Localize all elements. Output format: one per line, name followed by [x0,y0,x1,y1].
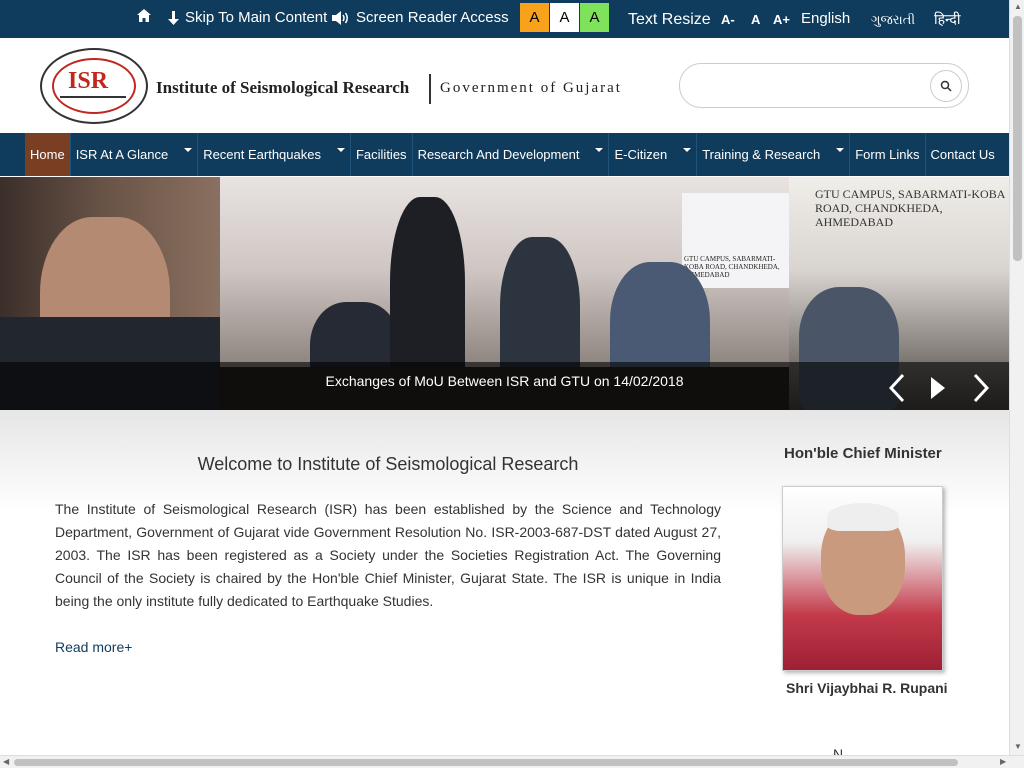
lang-gujarati-link[interactable]: ગુજરાતી [871,12,915,28]
text-resize-label: Text Resize [628,11,711,28]
chevron-right-icon [973,373,990,403]
screen-reader-link[interactable]: Screen Reader Access [332,9,509,26]
image-carousel: GTU CAMPUS, SABARMATI-KOBA ROAD, CHANDKH… [0,177,1009,410]
lang-english-link[interactable]: English [801,10,850,27]
vertical-scrollbar[interactable]: ▲ ▼ [1009,0,1024,755]
nav-item-research-and-development[interactable]: Research And Development [413,133,610,176]
contrast-white-button[interactable]: A [550,3,579,32]
home-icon[interactable] [136,8,152,23]
nav-item-label: E-Citizen [614,147,668,162]
nav-item-form-links[interactable]: Form Links [850,133,926,176]
contrast-orange-button[interactable]: A [520,3,549,32]
screen-reader-label: Screen Reader Access [356,9,509,26]
caret-down-icon[interactable] [336,147,345,152]
government-name: Government of Gujarat [440,80,622,96]
text-increase-button[interactable]: A+ [773,12,790,27]
caret-down-icon[interactable] [836,147,845,152]
horizontal-scrollbar[interactable]: ◀ ▶ [0,755,1024,768]
horizontal-scroll-thumb[interactable] [14,759,958,766]
chief-minister-heading: Hon'ble Chief Minister [784,445,942,462]
nav-item-label: Recent Earthquakes [203,147,321,162]
scroll-up-arrow-icon[interactable]: ▲ [1014,2,1022,11]
text-normal-button[interactable]: A [751,12,760,27]
contrast-green-button[interactable]: A [580,3,609,32]
scroll-down-arrow-icon[interactable]: ▼ [1014,742,1022,751]
nav-item-training-research[interactable]: Training & Research [697,133,851,176]
text-decrease-button[interactable]: A- [721,12,735,27]
scroll-left-arrow-icon[interactable]: ◀ [3,757,9,766]
carousel-play-button[interactable] [929,373,947,408]
caret-down-icon[interactable] [595,147,604,152]
cm-hair [827,503,899,531]
lang-hindi-link[interactable]: हिन्दी [934,10,960,29]
vertical-scroll-thumb[interactable] [1013,16,1022,261]
institute-name: Institute of Seismological Research [156,78,410,97]
skip-to-main-link[interactable]: Skip To Main Content [168,9,327,26]
isr-logo[interactable]: ISR [40,48,148,124]
carousel-caption: Exchanges of MoU Between ISR and GTU on … [325,373,684,389]
chevron-left-icon [888,373,905,403]
caret-down-icon[interactable] [683,147,692,152]
nav-item-label: Facilities [355,147,407,162]
intro-paragraph: The Institute of Seismological Research … [55,501,721,609]
search-icon [940,80,952,92]
nav-item-label: Research And Development [417,147,580,162]
nav-item-recent-earthquakes[interactable]: Recent Earthquakes [198,133,351,176]
caret-down-icon[interactable] [184,147,193,152]
nav-item-facilities[interactable]: Facilities [351,133,413,176]
chief-minister-photo [782,486,943,671]
nav-item-isr-at-a-glance[interactable]: ISR At A Glance [71,133,199,176]
skip-to-main-label: Skip To Main Content [185,9,328,26]
nav-item-label: Training & Research [702,147,821,162]
top-utility-bar: Skip To Main Content Screen Reader Acces… [0,0,1009,38]
read-more-link[interactable]: Read more+ [55,639,132,655]
nav-item-label: Contact Us [930,147,995,162]
site-header: ISR Institute of Seismological Research … [0,38,1009,133]
play-icon [931,377,945,399]
nav-item-label: Form Links [855,147,920,162]
seismograph-wave-icon [60,96,126,104]
carousel-next-button[interactable] [971,373,991,408]
nav-item-e-citizen[interactable]: E-Citizen [609,133,698,176]
chief-minister-name: Shri Vijaybhai R. Rupani [786,680,948,696]
nav-item-label: Home [30,147,65,162]
main-content: Welcome to Institute of Seismological Re… [0,410,1009,762]
logo-text: ISR [68,68,109,94]
carousel-prev-button[interactable] [887,373,907,408]
arrow-down-icon [168,10,179,25]
welcome-heading: Welcome to Institute of Seismological Re… [197,454,579,474]
search-input[interactable] [679,63,969,108]
search-button[interactable] [930,70,962,102]
main-navigation: Home ISR At A Glance Recent Earthquakes Fac… [0,133,1024,176]
scroll-right-arrow-icon[interactable]: ▶ [1000,757,1006,766]
header-divider [429,74,431,104]
banner-text: GTU CAMPUS, SABARMATI-KOBA ROAD, CHANDKH… [684,255,780,279]
nav-item-home[interactable]: Home [25,133,71,176]
nav-item-label: ISR At A Glance [75,147,169,162]
speaker-icon [332,10,348,25]
banner-text-right: GTU CAMPUS, SABARMATI-KOBA ROAD, CHANDKH… [815,187,1005,229]
